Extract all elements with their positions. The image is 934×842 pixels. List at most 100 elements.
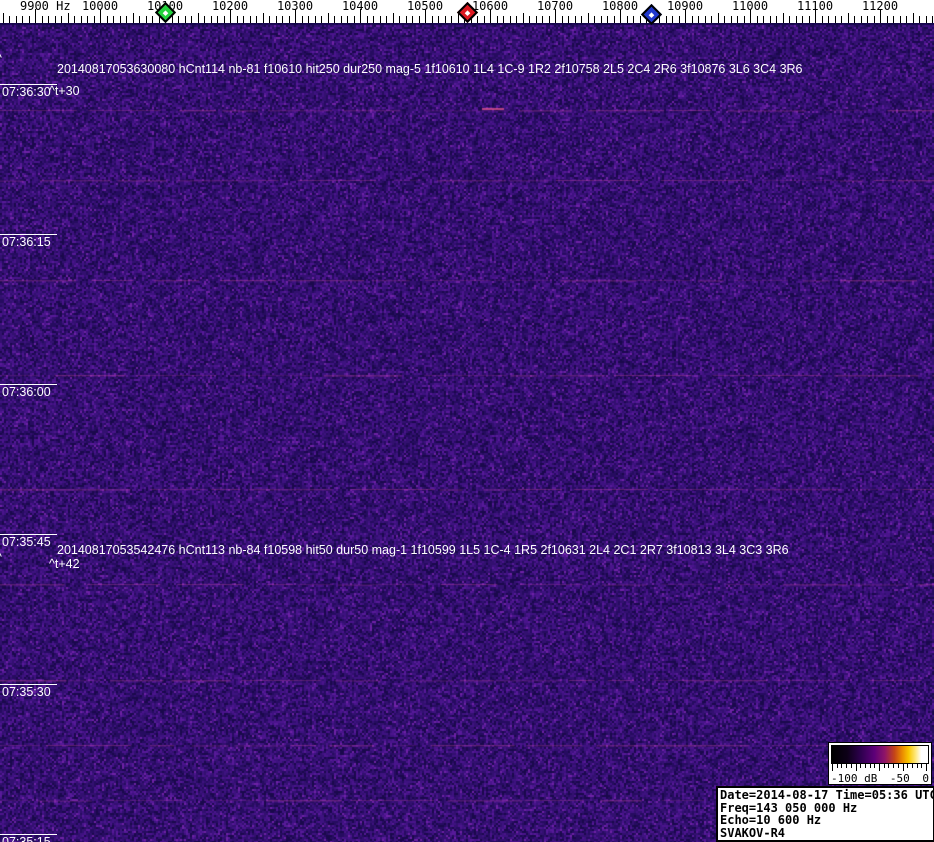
ruler-tick (451, 16, 452, 23)
ruler-tick (282, 16, 283, 23)
ruler-tick (74, 16, 75, 23)
ruler-freq-label: 10900 (666, 0, 704, 13)
ruler-tick (640, 16, 641, 23)
ruler-tick (406, 16, 407, 23)
ruler-tick (529, 16, 530, 23)
db-scale-tick (850, 764, 852, 768)
ruler-tick (29, 16, 30, 23)
db-scale-tick (864, 764, 866, 768)
ruler-tick (893, 16, 894, 23)
ruler-tick (523, 13, 524, 23)
ruler-tick (321, 16, 322, 23)
db-scale-tick (921, 764, 923, 768)
ruler-freq-label: 11100 (796, 0, 834, 13)
ruler-tick (841, 16, 842, 23)
ruler-tick (711, 16, 712, 23)
ruler-tick (393, 13, 394, 23)
ruler-tick (185, 16, 186, 23)
ruler-tick (432, 16, 433, 23)
ruler-tick (61, 16, 62, 23)
ruler-tick (919, 16, 920, 23)
ruler-tick (373, 16, 374, 23)
db-color-scale-legend: -100 dB -50 0 (828, 742, 932, 785)
ruler-tick (367, 16, 368, 23)
ruler-tick (906, 16, 907, 23)
info-date-time: Date=2014-08-17 Time=05:36 UTC (720, 788, 934, 802)
event-line-2: 20140817053542476 hCnt113 nb-84 f10598 h… (57, 543, 789, 557)
ruler-tick (16, 16, 17, 23)
ruler-tick (549, 16, 550, 23)
ruler-tick (926, 16, 927, 23)
spectrogram-waterfall[interactable] (0, 23, 934, 842)
ruler-tick (796, 16, 797, 23)
db-scale-tick (860, 764, 862, 768)
ruler-tick (867, 16, 868, 23)
ruler-tick (763, 16, 764, 23)
ruler-freq-label: 10700 (536, 0, 574, 13)
ruler-tick (9, 16, 10, 23)
ruler-tick (627, 16, 628, 23)
ruler-tick (835, 16, 836, 23)
ruler-tick (503, 16, 504, 23)
ruler-tick (737, 16, 738, 23)
ruler-tick (113, 16, 114, 23)
ruler-tick (789, 16, 790, 23)
ruler-tick (269, 16, 270, 23)
event-line-1: 20140817053630080 hCnt114 nb-81 f10610 h… (57, 62, 803, 76)
station-info-box: Date=2014-08-17 Time=05:36 UTC Freq=143 … (716, 786, 934, 842)
db-scale-tick (907, 764, 909, 768)
ruler-tick (94, 16, 95, 23)
ruler-freq-label: 11200 (861, 0, 899, 13)
ruler-tick (477, 16, 478, 23)
ruler-tick (783, 13, 784, 23)
ruler-tick (562, 16, 563, 23)
ruler-tick (874, 16, 875, 23)
ruler-tick (588, 13, 589, 23)
ruler-tick (861, 16, 862, 23)
db-scale-tick (846, 764, 848, 768)
ruler-tick (120, 16, 121, 23)
ruler-tick (276, 16, 277, 23)
ruler-tick (289, 16, 290, 23)
ruler-tick (932, 16, 933, 23)
time-axis-label: 07:35:30 (2, 685, 51, 699)
ruler-tick (87, 16, 88, 23)
ruler-tick (672, 16, 673, 23)
time-axis-label: 07:36:30 (2, 85, 51, 99)
ruler-tick (315, 16, 316, 23)
ruler-tick (211, 16, 212, 23)
ruler-tick (900, 16, 901, 23)
time-axis-label: 07:36:00 (2, 385, 51, 399)
ruler-tick (724, 16, 725, 23)
ruler-tick (341, 16, 342, 23)
ruler-tick (172, 16, 173, 23)
db-scale-tick (836, 764, 838, 768)
ruler-freq-label: 10800 (601, 0, 639, 13)
ruler-tick (198, 13, 199, 23)
ruler-tick (594, 16, 595, 23)
ruler-freq-label: 10300 (276, 0, 314, 13)
time-axis-label: 07:36:15 (2, 235, 51, 249)
time-axis-label: 07:35:15 (2, 835, 51, 842)
db-label-max: 0 (922, 772, 929, 785)
ruler-tick (334, 16, 335, 23)
ruler-tick (438, 16, 439, 23)
ruler-tick (263, 13, 264, 23)
ruler-tick (412, 16, 413, 23)
ruler-tick (770, 16, 771, 23)
ruler-tick (250, 16, 251, 23)
ruler-tick (237, 16, 238, 23)
ruler-freq-label: 10200 (211, 0, 249, 13)
ruler-freq-label: 11000 (731, 0, 769, 13)
ruler-tick (354, 16, 355, 23)
ruler-freq-label: 10000 (81, 0, 119, 13)
db-scale-tick (911, 764, 913, 768)
spectrogram-app-window: 9900 Hz100001010010200103001040010500106… (0, 0, 934, 842)
ruler-tick (328, 13, 329, 23)
frequency-ruler[interactable]: 9900 Hz100001010010200103001040010500106… (0, 0, 934, 25)
ruler-tick (308, 16, 309, 23)
ruler-tick (42, 16, 43, 23)
ruler-tick (146, 16, 147, 23)
db-scale-tick (902, 764, 904, 771)
db-scale-labels: -100 dB -50 0 (831, 772, 929, 785)
